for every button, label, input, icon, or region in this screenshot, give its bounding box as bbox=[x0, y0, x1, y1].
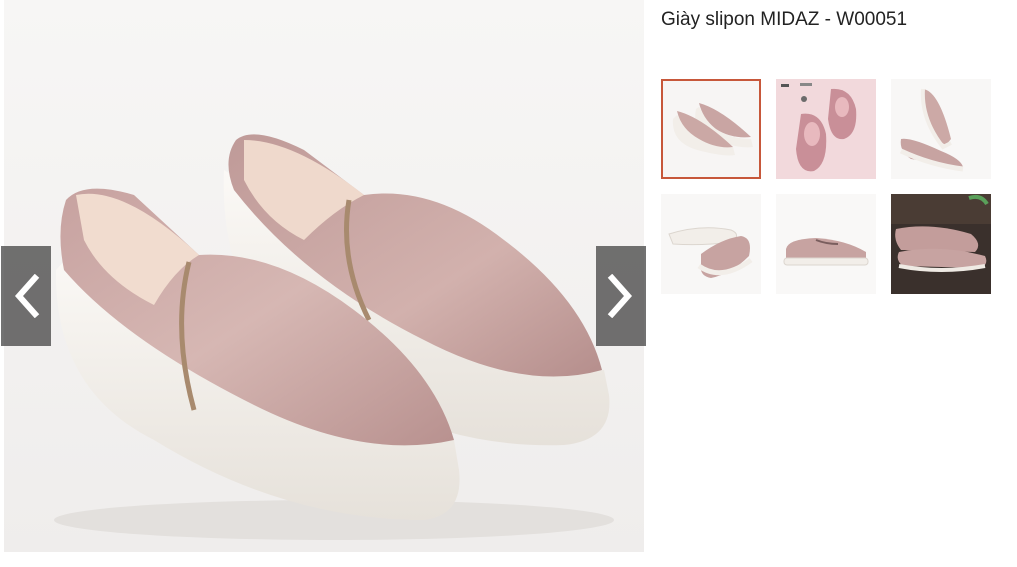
thumbnail-image bbox=[776, 79, 876, 179]
next-image-button[interactable] bbox=[596, 246, 646, 346]
shoe-photo bbox=[54, 134, 614, 540]
product-title: Giày slipon MIDAZ - W00051 bbox=[661, 9, 908, 30]
thumbnail-3[interactable] bbox=[891, 79, 991, 179]
thumbnail-2[interactable] bbox=[776, 79, 876, 179]
thumbnail-image bbox=[891, 79, 991, 179]
previous-image-button[interactable] bbox=[1, 246, 51, 346]
thumbnail-image bbox=[661, 79, 761, 179]
thumbnail-5[interactable] bbox=[776, 194, 876, 294]
thumbnail-4[interactable] bbox=[661, 194, 761, 294]
chevron-left-icon bbox=[14, 274, 40, 318]
main-product-image bbox=[4, 0, 644, 552]
chevron-right-icon bbox=[607, 274, 633, 318]
thumbnail-image bbox=[661, 194, 761, 294]
thumbnail-image bbox=[891, 194, 991, 294]
thumbnail-image bbox=[776, 194, 876, 294]
thumbnail-6[interactable] bbox=[891, 194, 991, 294]
thumbnail-1[interactable] bbox=[661, 79, 761, 179]
